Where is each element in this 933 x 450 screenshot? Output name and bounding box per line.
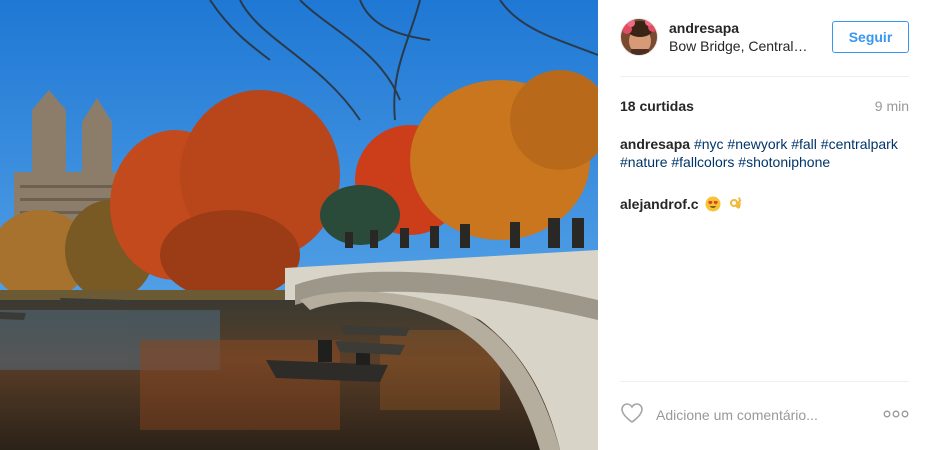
post-details-panel: andresapa Bow Bridge, Central… Seguir 18… <box>598 0 933 450</box>
hashtag[interactable]: #nyc <box>694 136 724 152</box>
heart-eyes-emoji-icon <box>705 196 721 212</box>
comment-item: alejandrof.c <box>620 195 909 213</box>
post-time[interactable]: 9 min <box>875 98 909 114</box>
caption-username[interactable]: andresapa <box>620 136 690 152</box>
ok-hand-emoji-icon <box>730 197 742 209</box>
like-button[interactable] <box>620 402 646 426</box>
comment-username[interactable]: alejandrof.c <box>620 196 699 212</box>
add-comment-input[interactable] <box>656 402 876 428</box>
post-header: andresapa Bow Bridge, Central… Seguir <box>598 0 933 76</box>
author-username[interactable]: andresapa <box>669 20 739 36</box>
hashtag[interactable]: #centralpark <box>821 136 898 152</box>
likes-count[interactable]: 18 curtidas <box>620 98 694 114</box>
hashtag[interactable]: #fallcolors <box>671 154 734 170</box>
hashtag[interactable]: #newyork <box>727 136 787 152</box>
heart-icon <box>621 403 643 423</box>
avatar[interactable] <box>620 18 658 56</box>
avatar-image <box>621 19 657 55</box>
more-options-button[interactable] <box>883 406 909 422</box>
hashtag[interactable]: #shotoniphone <box>738 154 830 170</box>
post-stats: 18 curtidas 9 min <box>620 98 909 116</box>
divider <box>620 381 909 382</box>
post-caption: andresapa #nyc #newyork #fall #centralpa… <box>620 135 909 171</box>
ellipsis-icon <box>883 410 909 418</box>
central-park-bow-bridge-image <box>0 0 598 450</box>
post-location[interactable]: Bow Bridge, Central… <box>669 38 819 54</box>
divider <box>620 76 909 77</box>
hashtag[interactable]: #nature <box>620 154 667 170</box>
post-photo[interactable] <box>0 0 598 450</box>
follow-button[interactable]: Seguir <box>832 21 909 53</box>
hashtag[interactable]: #fall <box>791 136 817 152</box>
